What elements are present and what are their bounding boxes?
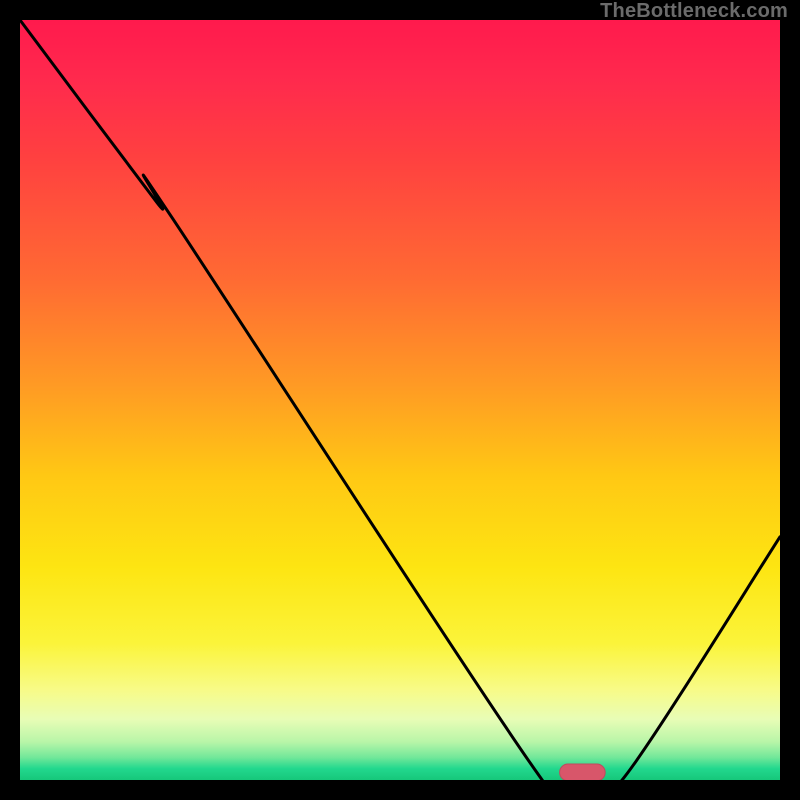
optimum-marker — [560, 764, 606, 780]
chart-frame: TheBottleneck.com — [0, 0, 800, 800]
chart-svg — [20, 20, 780, 780]
bottleneck-curve — [20, 20, 780, 780]
plot-area — [20, 20, 780, 780]
